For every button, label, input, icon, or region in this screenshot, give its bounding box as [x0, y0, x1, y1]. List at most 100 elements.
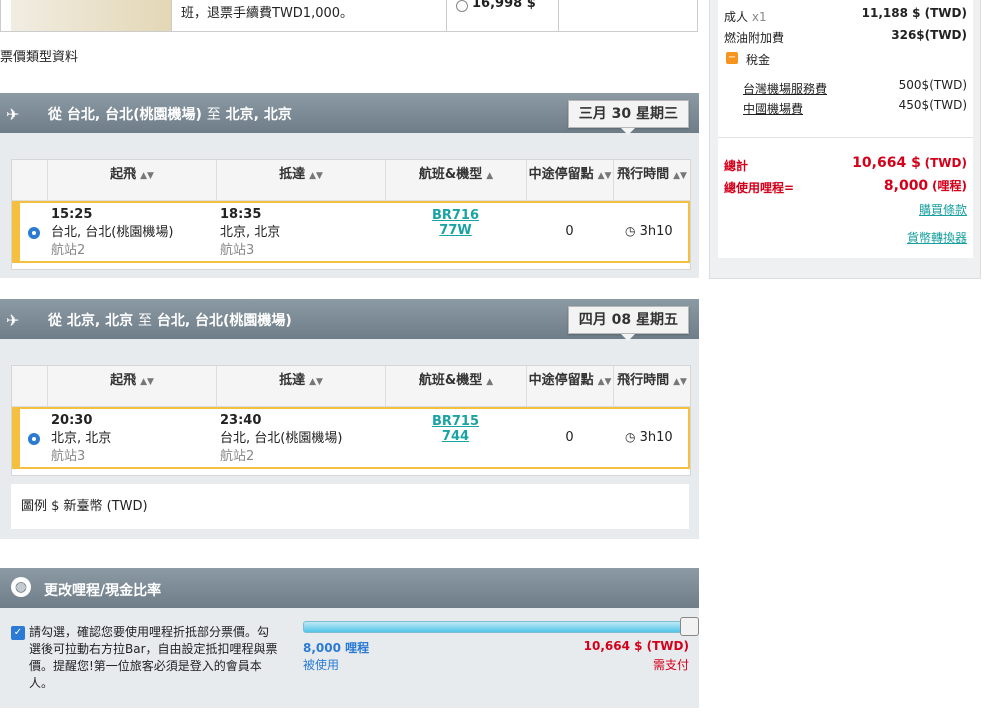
sort-icon: ▲▼ — [140, 171, 154, 181]
depart-time: 15:25 — [51, 207, 93, 222]
fare-radio[interactable] — [456, 0, 468, 12]
from-city: 台北, 台北(桃園機場) — [66, 107, 202, 123]
currency-converter-link[interactable]: 貨幣轉換器 — [907, 229, 967, 246]
aircraft-link[interactable]: 77W — [385, 222, 526, 240]
cash-label: 需支付 — [652, 658, 689, 672]
depart-city: 北京, 北京 — [51, 431, 112, 446]
arrive-terminal: 航站3 — [220, 243, 255, 258]
arrive-time: 23:40 — [220, 413, 262, 428]
sort-icon: ▲▼ — [140, 377, 154, 387]
fuel-price: 326$(TWD) — [891, 28, 967, 42]
miles-label: 總使用哩程= — [724, 181, 795, 195]
sort-arrive[interactable]: 抵達 ▲▼ — [216, 160, 385, 200]
collapse-tax-icon[interactable]: − — [726, 52, 738, 64]
select-flight-radio[interactable] — [28, 433, 40, 445]
outbound-date: 三月 30 星期三 — [567, 100, 689, 135]
arrive-terminal: 航站2 — [220, 449, 255, 464]
currency-legend: 圖例 $ 新臺幣 (TWD) — [11, 484, 689, 529]
outbound-section: ✈ 從 台北, 台北(桃園機場) 至 北京, 北京 三月 30 星期三 起飛 ▲▼… — [0, 93, 699, 278]
clock-icon: ◷ — [625, 430, 636, 444]
outbound-flight-row[interactable]: 15:25 台北, 台北(桃園機場) 航站2 18:35 北京, 北京 航站3 … — [12, 201, 690, 263]
sort-up-icon: ▲ — [486, 171, 494, 181]
sort-icon: ▲▼ — [597, 171, 612, 181]
globe-icon: ◍ — [11, 577, 31, 597]
taiwan-airport-fee-link[interactable]: 台灣機場服務費 — [743, 80, 827, 97]
column-divider — [171, 0, 172, 31]
clock-icon: ◷ — [625, 224, 636, 238]
price-summary: 成人 x1 11,188 $ (TWD) 燃油附加費 326$(TWD) − 稅… — [709, 0, 981, 279]
miles-used-label: 被使用 — [303, 658, 340, 672]
inbound-header: ✈ 從 北京, 北京 至 台北, 台北(桃園機場) 四月 08 星期五 — [0, 299, 699, 341]
mileage-title: 更改哩程/現金比率 — [44, 583, 162, 599]
sort-flight[interactable]: 航班&機型 ▲ — [385, 366, 526, 406]
select-flight-radio[interactable] — [28, 227, 40, 239]
divider — [718, 137, 973, 138]
depart-terminal: 航站2 — [51, 243, 86, 258]
inbound-date: 四月 08 星期五 — [567, 306, 689, 341]
duration: 3h10 — [639, 224, 673, 239]
taiwan-airport-fee: 500$(TWD) — [898, 78, 967, 92]
arrive-city: 北京, 北京 — [220, 225, 281, 240]
fuel-label: 燃油附加費 — [724, 31, 785, 45]
plane-icon: ✈ — [6, 311, 20, 330]
column-divider — [446, 0, 447, 31]
depart-time: 20:30 — [51, 413, 93, 428]
from-label: 從 — [48, 107, 62, 123]
aircraft-link[interactable]: 744 — [385, 428, 526, 446]
sort-up-icon: ▲ — [486, 377, 494, 387]
duration: 3h10 — [639, 430, 673, 445]
outbound-header: ✈ 從 台北, 台北(桃園機場) 至 北京, 北京 三月 30 星期三 — [0, 93, 699, 135]
adult-price: 11,188 $ (TWD) — [861, 6, 967, 20]
miles-used: 8,000 哩程 — [303, 641, 370, 655]
sort-icon: ▲▼ — [597, 377, 612, 387]
inbound-flight-row[interactable]: 20:30 北京, 北京 航站3 23:40 台北, 台北(桃園機場) 航站2 … — [12, 407, 690, 469]
outbound-route: 從 台北, 台北(桃園機場) 至 北京, 北京 — [48, 104, 292, 124]
sort-stops[interactable]: 中途停留點 ▲▼ — [526, 366, 613, 406]
sort-depart[interactable]: 起飛 ▲▼ — [47, 160, 216, 200]
depart-city: 台北, 台北(桃園機場) — [51, 225, 174, 240]
tax-label: 稅金 — [746, 53, 771, 67]
inbound-table: 起飛 ▲▼ 抵達 ▲▼ 航班&機型 ▲ 中途停留點 ▲▼ 飛行時間 ▲▼ 20:30 北京… — [11, 365, 691, 476]
summary-card: 成人 x1 11,188 $ (TWD) 燃油附加費 326$(TWD) − 稅… — [718, 0, 973, 258]
outbound-table: 起飛 ▲▼ 抵達 ▲▼ 航班&機型 ▲ 中途停留點 ▲▼ 飛行時間 ▲▼ 15:25 台北… — [11, 159, 691, 270]
arrive-time: 18:35 — [220, 207, 262, 222]
miles-total: 8,000 (哩程) — [883, 178, 967, 194]
arrive-city: 台北, 台北(桃園機場) — [220, 431, 343, 446]
plane-icon: ✈ — [6, 105, 20, 124]
fare-class-swatch — [11, 0, 171, 31]
sort-flight[interactable]: 航班&機型 ▲ — [385, 160, 526, 200]
previous-fare-row: 班，退票手續費TWD1,000。 16,998 $ — [0, 0, 698, 32]
cash-amount: 10,664 $ (TWD) — [583, 639, 689, 653]
from-city: 北京, 北京 — [66, 313, 134, 329]
to-label: 至 — [137, 313, 152, 329]
sort-icon: ▲▼ — [673, 171, 687, 181]
sort-arrive[interactable]: 抵達 ▲▼ — [216, 366, 385, 406]
mileage-slider-track[interactable] — [303, 621, 687, 633]
stops-count: 0 — [565, 224, 574, 239]
fare-price[interactable]: 16,998 $ — [472, 0, 536, 13]
sort-depart[interactable]: 起飛 ▲▼ — [47, 366, 216, 406]
purchase-terms-link[interactable]: 購買條款 — [919, 201, 967, 218]
legend-text: 圖例 $ 新臺幣 (TWD) — [21, 499, 148, 514]
use-miles-checkbox[interactable]: ✓ — [11, 626, 25, 640]
to-city: 北京, 北京 — [225, 107, 292, 123]
sort-icon: ▲▼ — [673, 377, 687, 387]
total-label: 總計 — [724, 159, 749, 173]
depart-terminal: 航站3 — [51, 449, 86, 464]
inbound-route: 從 北京, 北京 至 台北, 台北(桃園機場) — [48, 310, 292, 330]
sort-stops[interactable]: 中途停留點 ▲▼ — [526, 160, 613, 200]
to-label: 至 — [206, 107, 221, 123]
mileage-slider-handle[interactable] — [680, 617, 699, 636]
table-header: 起飛 ▲▼ 抵達 ▲▼ 航班&機型 ▲ 中途停留點 ▲▼ 飛行時間 ▲▼ — [12, 160, 690, 201]
sort-icon: ▲▼ — [309, 171, 323, 181]
from-label: 從 — [48, 313, 62, 329]
china-airport-fee: 450$(TWD) — [898, 98, 967, 112]
mileage-header: ◍ 更改哩程/現金比率 — [0, 568, 699, 608]
sort-icon: ▲▼ — [309, 377, 323, 387]
sort-duration[interactable]: 飛行時間 ▲▼ — [613, 160, 690, 200]
china-airport-fee-link[interactable]: 中國機場費 — [743, 100, 803, 117]
to-city: 台北, 台北(桃園機場) — [156, 313, 292, 329]
fare-type-link[interactable]: 票價類型資料 — [0, 46, 78, 65]
adult-row: 成人 x1 — [724, 10, 767, 24]
sort-duration[interactable]: 飛行時間 ▲▼ — [613, 366, 690, 406]
